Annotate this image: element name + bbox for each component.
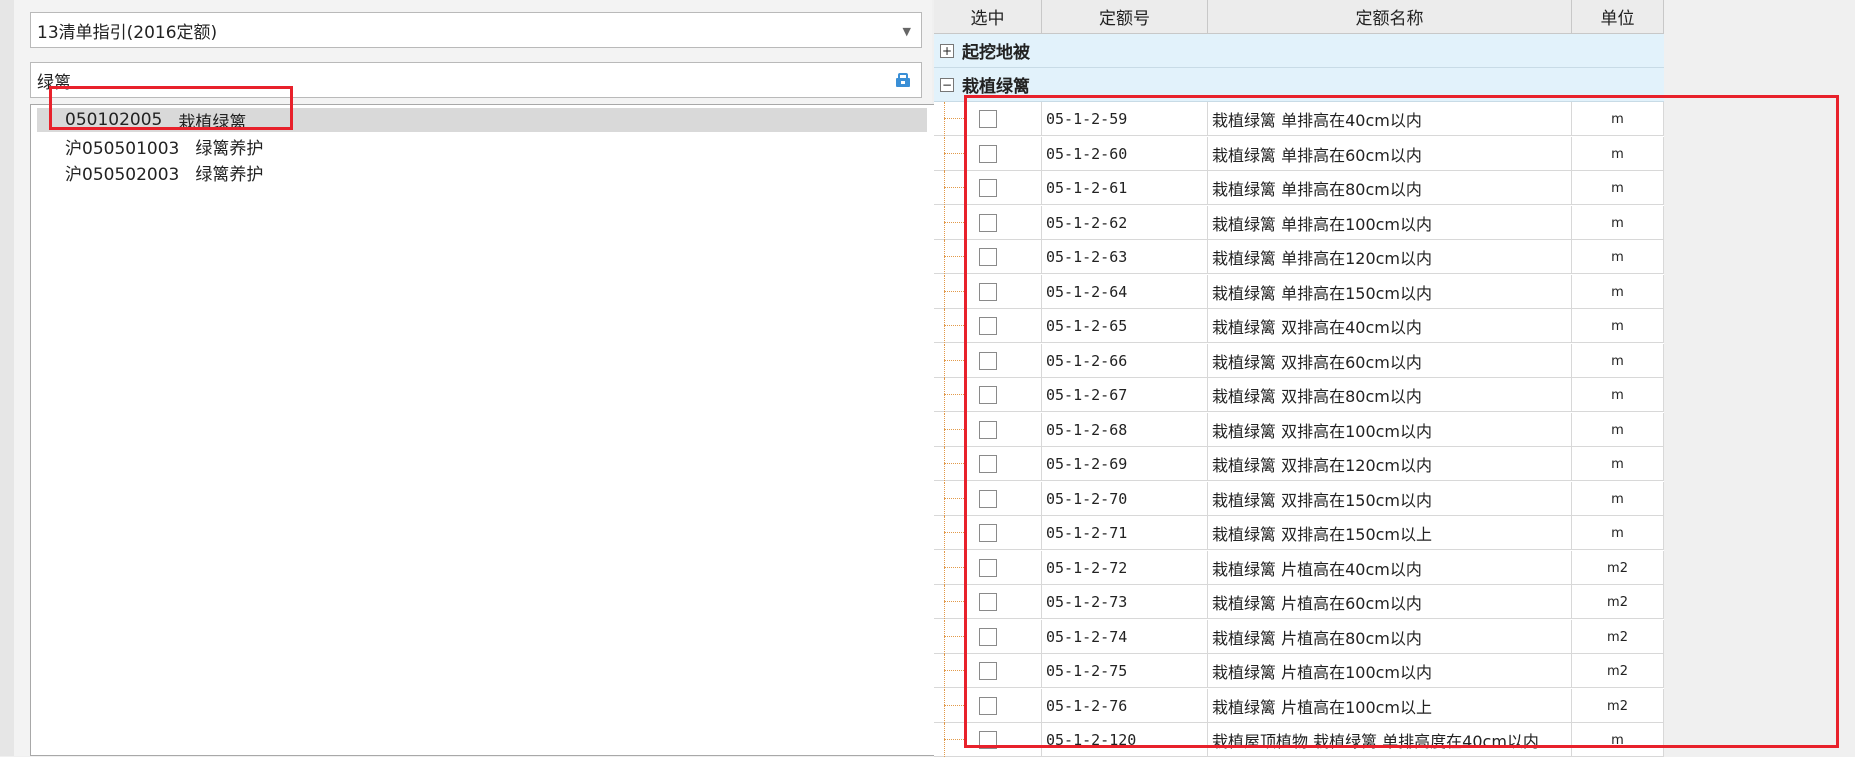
tree-connector (944, 291, 966, 292)
group-label: 起挖地被 (962, 43, 1030, 63)
tree-connector (944, 567, 966, 568)
tree-item-code: 沪050501003 (65, 138, 180, 159)
tree-connector (944, 137, 945, 171)
chevron-down-icon[interactable]: ▼ (903, 25, 911, 38)
tree-connector (944, 275, 945, 309)
left-edge-strip (0, 0, 15, 756)
tree-connector (944, 601, 966, 602)
index-type-value: 13清单指引(2016定额) (37, 22, 218, 43)
tree-connector (944, 585, 945, 619)
tree-connector (944, 187, 966, 188)
tree-connector (944, 705, 966, 706)
tree-connector (944, 654, 945, 688)
expand-icon[interactable]: + (940, 43, 954, 58)
tree-connector (944, 447, 945, 481)
tree-connector (944, 394, 966, 395)
tree-connector (944, 360, 966, 361)
tree-connector (944, 532, 966, 533)
tree-connector (944, 463, 966, 464)
tree-connector (944, 689, 945, 723)
highlight-box-tree-selection (49, 86, 293, 130)
tree-item-050502003[interactable]: 沪050502003 绿篱养护 (37, 160, 264, 185)
tree-connector (944, 206, 945, 240)
tree-connector (944, 739, 966, 740)
column-header-name[interactable]: 定额名称 (1208, 0, 1572, 34)
index-type-dropdown[interactable]: 13清单指引(2016定额) ▼ (30, 12, 922, 48)
column-header-unit[interactable]: 单位 (1572, 0, 1664, 34)
tree-connector (944, 222, 966, 223)
group-row-qiwa-dibei[interactable]: + 起挖地被 (934, 34, 1664, 68)
tree-connector (944, 240, 945, 274)
column-header-code[interactable]: 定额号 (1042, 0, 1208, 34)
column-header-select[interactable]: 选中 (934, 0, 1042, 34)
tree-connector (944, 344, 945, 378)
tree-item-050501003[interactable]: 沪050501003 绿篱养护 (37, 134, 264, 159)
tree-item-name: 绿篱养护 (195, 164, 264, 185)
tree-connector (944, 498, 966, 499)
tree-item-code: 沪050502003 (65, 164, 180, 185)
tree-connector (944, 636, 966, 637)
tree-connector (944, 118, 966, 119)
tree-connector (944, 723, 945, 757)
tree-connector (944, 413, 945, 447)
bill-item-tree: 050102005 栽植绿篱 沪050501003 绿篱养护 沪05050200… (30, 104, 938, 756)
group-label: 栽植绿篱 (962, 77, 1030, 97)
tree-connector (944, 256, 966, 257)
tree-connector (944, 482, 945, 516)
tree-connector (944, 102, 945, 136)
tree-connector (944, 378, 945, 412)
tree-connector (944, 620, 945, 654)
tree-connector (944, 309, 945, 343)
tree-connector (944, 153, 966, 154)
tree-connector (944, 171, 945, 205)
tree-connector (944, 551, 945, 585)
tree-connector (944, 670, 966, 671)
highlight-box-quota-rows (964, 95, 1839, 748)
tree-connector (944, 429, 966, 430)
collapse-icon[interactable]: − (940, 77, 954, 92)
clear-filter-icon[interactable] (893, 70, 913, 90)
tree-connector (944, 516, 945, 550)
tree-item-name: 绿篱养护 (195, 138, 264, 159)
tree-connector (944, 325, 966, 326)
